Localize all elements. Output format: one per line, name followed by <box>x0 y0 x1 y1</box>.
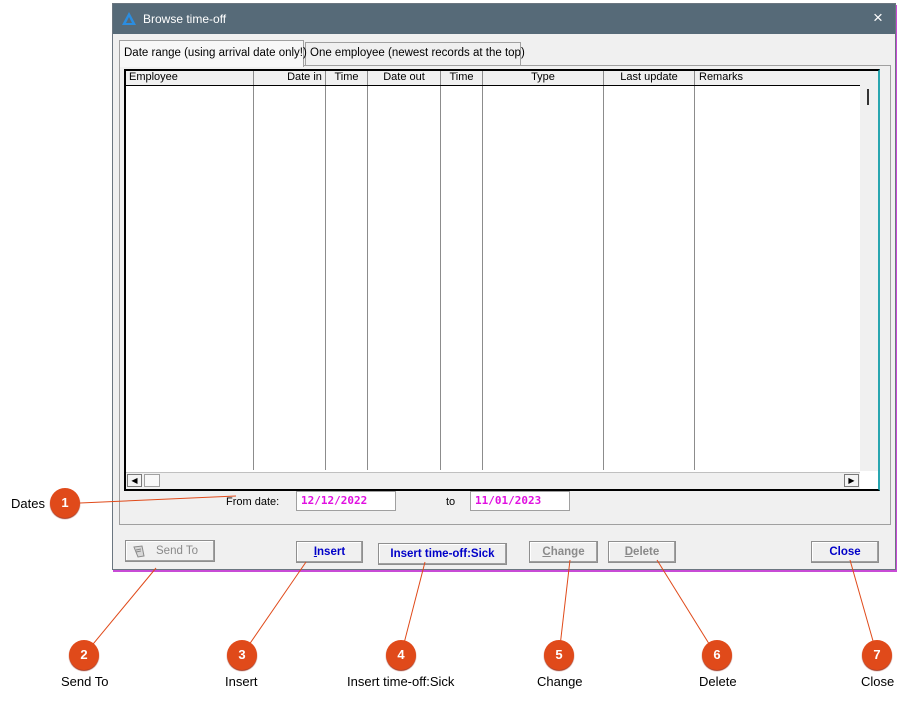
app-logo-icon <box>122 12 136 25</box>
tab-panel: Employee Date in Time Date out Time Type… <box>119 65 891 525</box>
column-date-in <box>254 86 326 470</box>
callout-label-insert: Insert <box>225 674 258 689</box>
delete-accel: D <box>624 546 634 558</box>
column-header-type[interactable]: Type <box>483 71 604 85</box>
column-header-last-update[interactable]: Last update <box>604 71 695 85</box>
callout-3: 3 <box>227 640 257 670</box>
delete-label: elete <box>633 546 660 558</box>
insert-button[interactable]: Insert <box>296 541 363 563</box>
table-header: Employee Date in Time Date out Time Type… <box>126 71 860 86</box>
column-date-out <box>368 86 441 470</box>
send-to-button[interactable]: Send To <box>125 540 215 562</box>
to-date-field[interactable]: 11/01/2023 <box>470 491 570 511</box>
change-button[interactable]: Change <box>529 541 598 563</box>
column-time-in <box>326 86 368 470</box>
column-header-remarks[interactable]: Remarks <box>695 71 860 85</box>
column-header-date-in[interactable]: Date in <box>254 71 326 85</box>
to-date-label: to <box>446 496 456 508</box>
callout-6: 6 <box>702 640 732 670</box>
column-time-out <box>441 86 483 470</box>
column-last-update <box>604 86 695 470</box>
insert-label: nsert <box>317 546 346 558</box>
horizontal-scroll-thumb[interactable] <box>144 474 160 487</box>
column-header-employee[interactable]: Employee <box>126 71 254 85</box>
column-header-time-out[interactable]: Time <box>441 71 483 85</box>
column-employee <box>126 86 254 470</box>
insert-sick-button[interactable]: Insert time-off:Sick <box>378 543 507 565</box>
change-accel: C <box>542 546 551 558</box>
time-off-table[interactable]: Employee Date in Time Date out Time Type… <box>124 69 880 491</box>
callout-7: 7 <box>862 640 892 670</box>
window-title: Browse time-off <box>143 12 227 26</box>
callout-label-close: Close <box>861 674 895 689</box>
browse-time-off-window: Browse time-off × Date range (using arri… <box>112 3 896 570</box>
send-to-icon <box>133 545 145 558</box>
close-icon[interactable]: × <box>869 9 887 27</box>
send-to-label: Send To <box>156 545 198 557</box>
scroll-right-icon[interactable]: ▶ <box>844 474 859 487</box>
vertical-scrollbar[interactable] <box>860 71 878 471</box>
tab-date-range[interactable]: Date range (using arrival date only!) <box>119 40 307 67</box>
close-button[interactable]: Close <box>811 541 879 563</box>
callout-2: 2 <box>69 640 99 670</box>
scroll-left-icon[interactable]: ◀ <box>127 474 142 487</box>
callout-label-send-to: Send To <box>61 674 109 689</box>
from-date-field[interactable]: 12/12/2022 <box>296 491 396 511</box>
horizontal-scrollbar[interactable]: ◀ ▶ <box>126 472 860 489</box>
callout-label-delete: Delete <box>699 674 737 689</box>
vertical-scroll-thumb[interactable] <box>867 89 869 105</box>
callout-4: 4 <box>386 640 416 670</box>
delete-button[interactable]: Delete <box>608 541 676 563</box>
column-type <box>483 86 604 470</box>
title-bar: Browse time-off × <box>113 4 895 34</box>
callout-label-change: Change <box>537 674 583 689</box>
callout-5: 5 <box>544 640 574 670</box>
from-date-label: From date: <box>226 496 280 508</box>
callout-label-insert-sick: Insert time-off:Sick <box>347 674 455 689</box>
change-label: hange <box>550 546 585 558</box>
callout-label-dates: Dates <box>11 496 45 511</box>
column-header-time-in[interactable]: Time <box>326 71 368 85</box>
tab-one-employee[interactable]: One employee (newest records at the top) <box>305 42 525 65</box>
callout-1: 1 <box>50 488 80 518</box>
column-header-date-out[interactable]: Date out <box>368 71 441 85</box>
